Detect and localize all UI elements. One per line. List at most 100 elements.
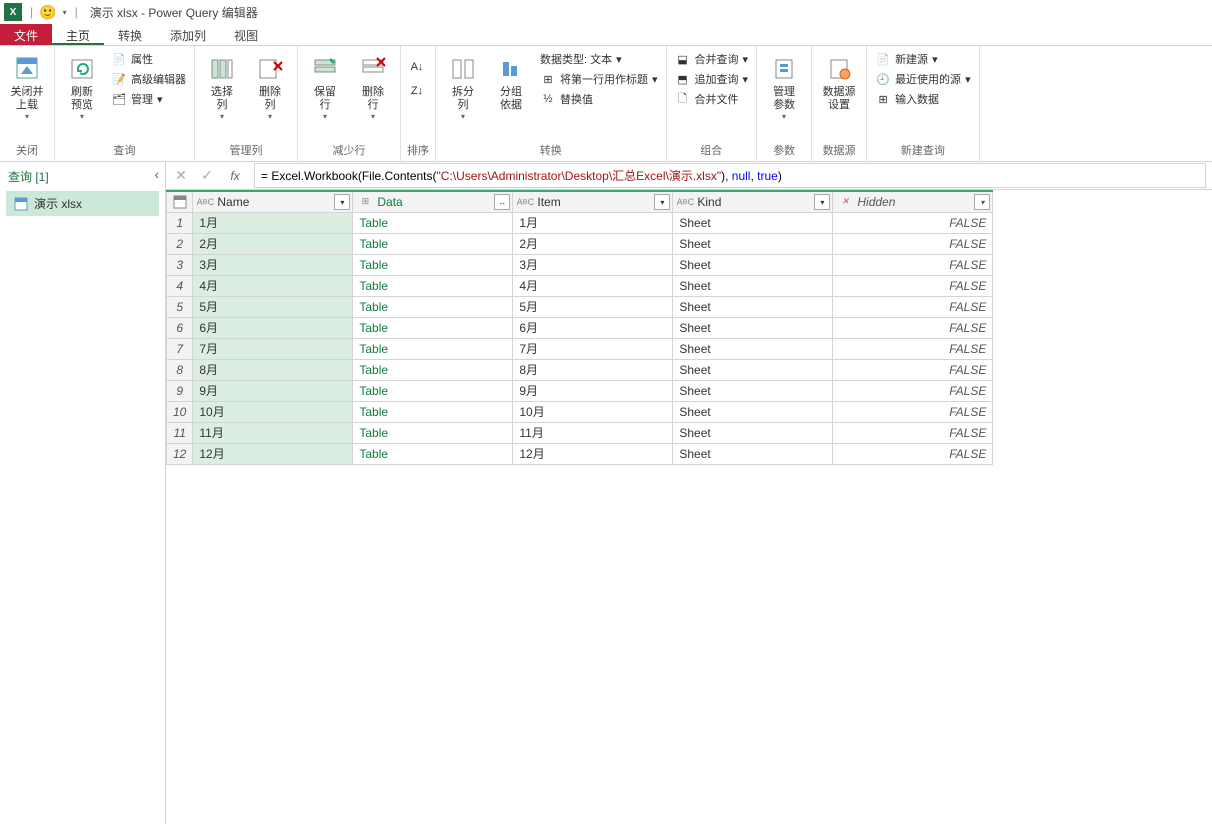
row-number[interactable]: 4 <box>167 275 193 296</box>
cell-hidden[interactable]: FALSE <box>833 401 993 422</box>
formula-input[interactable]: = Excel.Workbook(File.Contents("C:\Users… <box>254 163 1206 188</box>
cell-data[interactable]: Table <box>353 317 513 338</box>
combine-files-button[interactable]: 🗋合并文件 <box>673 90 751 108</box>
cell-data[interactable]: Table <box>353 233 513 254</box>
row-number[interactable]: 2 <box>167 233 193 254</box>
filter-dropdown-icon[interactable]: ▾ <box>814 194 830 210</box>
sort-asc-button[interactable]: A↓ <box>407 58 427 76</box>
cell-item[interactable]: 12月 <box>513 443 673 464</box>
cell-kind[interactable]: Sheet <box>673 401 833 422</box>
cell-hidden[interactable]: FALSE <box>833 296 993 317</box>
close-and-load-button[interactable]: 关闭并 上载 ▾ <box>6 50 48 123</box>
row-number[interactable]: 9 <box>167 380 193 401</box>
column-header-data[interactable]: ⊞Data↔ <box>353 191 513 212</box>
tab-file[interactable]: 文件 <box>0 24 52 45</box>
query-item[interactable]: 演示 xlsx <box>6 191 159 216</box>
cell-item[interactable]: 10月 <box>513 401 673 422</box>
cell-hidden[interactable]: FALSE <box>833 443 993 464</box>
cell-hidden[interactable]: FALSE <box>833 317 993 338</box>
cell-data[interactable]: Table <box>353 254 513 275</box>
row-number[interactable]: 6 <box>167 317 193 338</box>
tab-home[interactable]: 主页 <box>52 24 104 45</box>
cell-hidden[interactable]: FALSE <box>833 254 993 275</box>
split-column-button[interactable]: 拆分 列▾ <box>442 50 484 123</box>
cell-name[interactable]: 1月 <box>193 212 353 233</box>
cell-hidden[interactable]: FALSE <box>833 275 993 296</box>
properties-button[interactable]: 📄属性 <box>109 50 188 68</box>
cell-data[interactable]: Table <box>353 359 513 380</box>
cell-item[interactable]: 11月 <box>513 422 673 443</box>
table-row[interactable]: 77月Table7月SheetFALSE <box>167 338 993 359</box>
table-row[interactable]: 33月Table3月SheetFALSE <box>167 254 993 275</box>
cell-kind[interactable]: Sheet <box>673 338 833 359</box>
cell-name[interactable]: 8月 <box>193 359 353 380</box>
cell-kind[interactable]: Sheet <box>673 359 833 380</box>
cell-kind[interactable]: Sheet <box>673 254 833 275</box>
cell-hidden[interactable]: FALSE <box>833 380 993 401</box>
cell-name[interactable]: 12月 <box>193 443 353 464</box>
tab-transform[interactable]: 转换 <box>104 24 156 45</box>
filter-dropdown-icon[interactable]: ▾ <box>334 194 350 210</box>
cell-data[interactable]: Table <box>353 422 513 443</box>
smile-icon[interactable]: 🙂 <box>39 4 56 21</box>
cell-hidden[interactable]: FALSE <box>833 338 993 359</box>
cell-item[interactable]: 7月 <box>513 338 673 359</box>
expand-icon[interactable]: ↔ <box>494 194 510 210</box>
row-number[interactable]: 10 <box>167 401 193 422</box>
choose-columns-button[interactable]: 选择 列▾ <box>201 50 243 123</box>
cancel-formula-icon[interactable]: ✕ <box>172 167 190 184</box>
cell-item[interactable]: 8月 <box>513 359 673 380</box>
table-row[interactable]: 1111月Table11月SheetFALSE <box>167 422 993 443</box>
cell-kind[interactable]: Sheet <box>673 233 833 254</box>
row-number[interactable]: 11 <box>167 422 193 443</box>
cell-name[interactable]: 9月 <box>193 380 353 401</box>
qat-dropdown-icon[interactable]: ▾ <box>63 8 67 17</box>
remove-rows-button[interactable]: 删除 行▾ <box>352 50 394 123</box>
cell-kind[interactable]: Sheet <box>673 212 833 233</box>
enter-data-button[interactable]: ⊞输入数据 <box>873 90 973 108</box>
row-number[interactable]: 1 <box>167 212 193 233</box>
row-number[interactable]: 3 <box>167 254 193 275</box>
cell-data[interactable]: Table <box>353 401 513 422</box>
filter-dropdown-icon[interactable]: ▾ <box>654 194 670 210</box>
cell-name[interactable]: 3月 <box>193 254 353 275</box>
cell-item[interactable]: 2月 <box>513 233 673 254</box>
confirm-formula-icon[interactable]: ✓ <box>198 167 216 184</box>
table-row[interactable]: 88月Table8月SheetFALSE <box>167 359 993 380</box>
cell-kind[interactable]: Sheet <box>673 296 833 317</box>
cell-item[interactable]: 5月 <box>513 296 673 317</box>
cell-item[interactable]: 6月 <box>513 317 673 338</box>
append-queries-button[interactable]: ⬒追加查询 ▾ <box>673 70 751 88</box>
merge-queries-button[interactable]: ⬓合并查询 ▾ <box>673 50 751 68</box>
select-all-corner[interactable] <box>167 191 193 212</box>
table-row[interactable]: 44月Table4月SheetFALSE <box>167 275 993 296</box>
cell-name[interactable]: 4月 <box>193 275 353 296</box>
cell-kind[interactable]: Sheet <box>673 317 833 338</box>
keep-rows-button[interactable]: 保留 行▾ <box>304 50 346 123</box>
column-header-item[interactable]: ABCItem▾ <box>513 191 673 212</box>
refresh-preview-button[interactable]: 刷新 预览 ▾ <box>61 50 103 123</box>
table-row[interactable]: 1212月Table12月SheetFALSE <box>167 443 993 464</box>
cell-name[interactable]: 10月 <box>193 401 353 422</box>
row-number[interactable]: 5 <box>167 296 193 317</box>
cell-data[interactable]: Table <box>353 443 513 464</box>
cell-data[interactable]: Table <box>353 338 513 359</box>
table-row[interactable]: 99月Table9月SheetFALSE <box>167 380 993 401</box>
manage-button[interactable]: 🗂管理 ▾ <box>109 90 188 108</box>
table-row[interactable]: 66月Table6月SheetFALSE <box>167 317 993 338</box>
row-number[interactable]: 8 <box>167 359 193 380</box>
cell-kind[interactable]: Sheet <box>673 380 833 401</box>
remove-columns-button[interactable]: 删除 列▾ <box>249 50 291 123</box>
cell-data[interactable]: Table <box>353 212 513 233</box>
cell-name[interactable]: 7月 <box>193 338 353 359</box>
replace-values-button[interactable]: ½替换值 <box>538 90 660 108</box>
filter-dropdown-icon[interactable]: ▾ <box>974 194 990 210</box>
cell-name[interactable]: 11月 <box>193 422 353 443</box>
cell-item[interactable]: 1月 <box>513 212 673 233</box>
cell-item[interactable]: 3月 <box>513 254 673 275</box>
advanced-editor-button[interactable]: 📝高级编辑器 <box>109 70 188 88</box>
cell-data[interactable]: Table <box>353 275 513 296</box>
cell-name[interactable]: 5月 <box>193 296 353 317</box>
table-row[interactable]: 11月Table1月SheetFALSE <box>167 212 993 233</box>
collapse-pane-icon[interactable]: ‹ <box>154 166 159 182</box>
